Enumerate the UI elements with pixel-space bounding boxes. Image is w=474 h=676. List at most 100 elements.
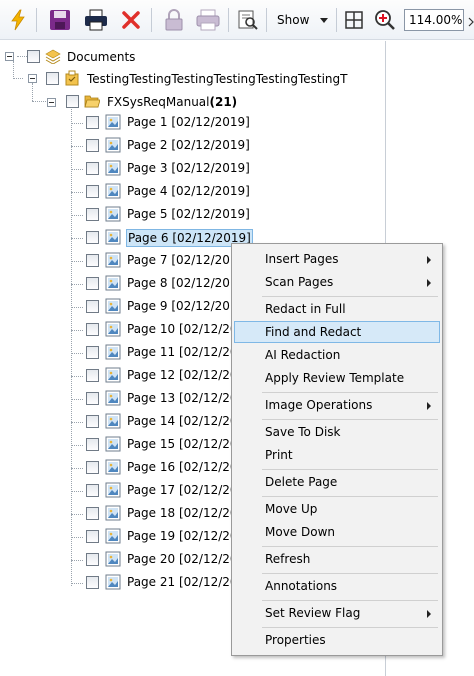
tree-root-label[interactable]: Documents [67,49,135,65]
page-image-icon [105,482,121,498]
tree-page-item[interactable]: Page 16 [02/12/201 [127,459,245,475]
page-checkbox[interactable] [86,484,99,497]
tree-page-item[interactable]: Page 17 [02/12/201 [127,482,245,498]
page-checkbox[interactable] [86,208,99,221]
menu-item-label: Redact in Full [265,302,346,316]
page-checkbox[interactable] [86,323,99,336]
collapse-folder-toggle[interactable] [47,98,56,107]
batch-checkbox[interactable] [46,72,59,85]
folder-checkbox[interactable] [66,95,79,108]
tree-page-item[interactable]: Page 13 [02/12/201 [127,390,245,406]
page-checkbox[interactable] [86,438,99,451]
menu-separator [262,469,438,470]
tree-page-item[interactable]: Page 15 [02/12/201 [127,436,245,452]
tree-page-item[interactable]: Page 5 [02/12/2019] [127,206,250,222]
menu-item-apply-review-template[interactable]: Apply Review Template [234,367,440,389]
toolbar-separator [151,8,152,32]
menu-item-annotations[interactable]: Annotations [234,575,440,597]
page-checkbox[interactable] [86,553,99,566]
show-dropdown[interactable]: Show [272,9,332,31]
folder-open-icon [84,93,101,109]
menu-item-redact-in-full[interactable]: Redact in Full [234,298,440,320]
batch-label[interactable]: TestingTestingTestingTestingTestingTesti… [87,71,347,87]
menu-item-image-operations[interactable]: Image Operations [234,394,440,416]
page-checkbox[interactable] [86,392,99,405]
menu-separator [262,573,438,574]
menu-item-ai-redaction[interactable]: AI Redaction [234,344,440,366]
find-icon[interactable] [234,6,262,34]
tree-connector [71,238,83,239]
page-checkbox[interactable] [86,254,99,267]
lightning-icon[interactable] [4,6,32,34]
page-checkbox[interactable] [86,277,99,290]
page-checkbox[interactable] [86,185,99,198]
menu-item-find-and-redact[interactable]: Find and Redact [234,321,440,343]
page-checkbox[interactable] [86,300,99,313]
page-image-icon [105,344,121,360]
tree-page-item[interactable]: Page 19 [02/12/201 [127,528,245,544]
menu-item-set-review-flag[interactable]: Set Review Flag [234,602,440,624]
zoom-in-icon[interactable] [371,6,399,34]
page-checkbox[interactable] [86,139,99,152]
tree-connector [32,101,46,102]
collapse-batch-toggle[interactable] [28,74,37,83]
menu-item-refresh[interactable]: Refresh [234,548,440,570]
tree-page-item[interactable]: Page 3 [02/12/2019] [127,160,250,176]
page-checkbox[interactable] [86,346,99,359]
lock-icon[interactable] [160,6,188,34]
folder-label[interactable]: FXSysReqManual(21) [107,94,237,110]
page-checkbox[interactable] [86,415,99,428]
tree-page-item[interactable]: Page 10 [02/12/201 [127,321,245,337]
menu-item-print[interactable]: Print [234,444,440,466]
menu-item-save-to-disk[interactable]: Save To Disk [234,421,440,443]
page-checkbox[interactable] [86,507,99,520]
page-image-icon [105,436,121,452]
page-image-icon [105,528,121,544]
submenu-arrow-icon [427,279,431,287]
collapse-documents-toggle[interactable] [5,52,14,61]
menu-item-label: Save To Disk [265,425,341,439]
menu-item-properties[interactable]: Properties [234,629,440,651]
documents-stack-icon [45,48,61,65]
folder-page-count: (21) [209,95,238,109]
tree-page-item[interactable]: Page 9 [02/12/2019 [127,298,245,314]
menu-item-label: Refresh [265,552,311,566]
scan-icon[interactable] [194,6,222,34]
page-checkbox[interactable] [86,231,99,244]
page-image-icon [105,551,121,567]
print-icon[interactable] [82,6,110,34]
tree-page-item[interactable]: Page 7 [02/12/2019 [127,252,245,268]
page-checkbox[interactable] [86,116,99,129]
tree-page-item[interactable]: Page 2 [02/12/2019] [127,137,250,153]
tree-page-item[interactable]: Page 8 [02/12/2019 [127,275,245,291]
tree-page-item[interactable]: Page 21 [02/12/201 [127,574,245,590]
tree-page-item[interactable]: Page 1 [02/12/2019] [127,114,250,130]
zoom-dropdown[interactable] [467,8,474,32]
page-checkbox[interactable] [86,530,99,543]
page-checkbox[interactable] [86,162,99,175]
menu-item-insert-pages[interactable]: Insert Pages [234,248,440,270]
page-checkbox[interactable] [86,576,99,589]
tree-page-item[interactable]: Page 12 [02/12/201 [127,367,245,383]
zoom-level-field[interactable]: 114.00% [404,9,464,31]
tree-page-item[interactable]: Page 11 [02/12/201 [127,344,245,360]
documents-checkbox[interactable] [27,50,40,63]
menu-item-move-up[interactable]: Move Up [234,498,440,520]
page-checkbox[interactable] [86,369,99,382]
menu-item-scan-pages[interactable]: Scan Pages [234,271,440,293]
tree-page-item[interactable]: Page 18 [02/12/201 [127,505,245,521]
tree-page-item[interactable]: Page 20 [02/12/201 [127,551,245,567]
save-icon[interactable] [46,6,74,34]
menu-separator [262,627,438,628]
page-image-icon [105,413,121,429]
tree-page-item[interactable]: Page 14 [02/12/201 [127,413,245,429]
menu-item-move-down[interactable]: Move Down [234,521,440,543]
page-image-icon [105,367,121,383]
grid-icon[interactable] [340,6,368,34]
delete-icon[interactable] [117,6,145,34]
page-image-icon [105,206,121,222]
menu-item-delete-page[interactable]: Delete Page [234,471,440,493]
menu-item-label: Move Up [265,502,318,516]
page-checkbox[interactable] [86,461,99,474]
tree-page-item[interactable]: Page 4 [02/12/2019] [127,183,250,199]
